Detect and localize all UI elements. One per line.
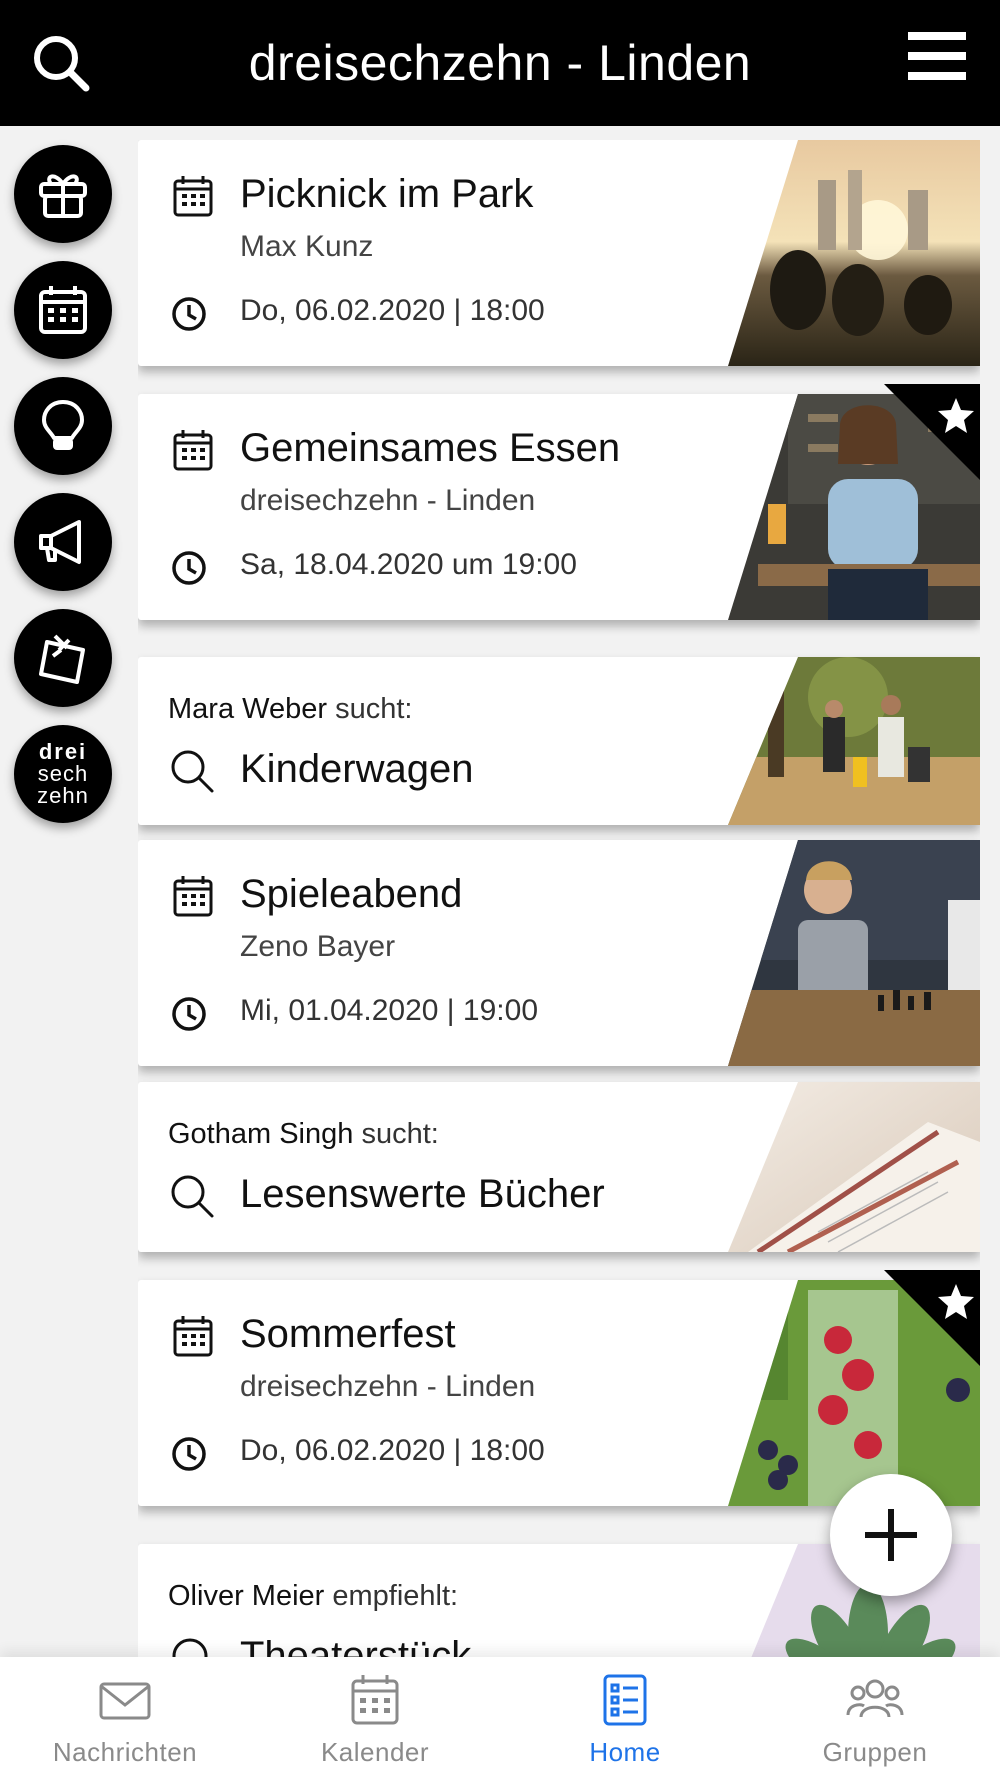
recommendation-header: Oliver Meier empfiehlt: [168, 1580, 458, 1613]
event-datetime: Do, 06.02.2020 | 18:00 [240, 1434, 545, 1467]
rail-gift-button[interactable] [14, 145, 112, 243]
family-walk-autumn-image [728, 657, 980, 825]
event-organizer: dreisechzehn - Linden [240, 484, 536, 517]
chess-game-image [728, 840, 980, 1066]
event-card[interactable]: Spieleabend Zeno Bayer Mi, 01.04.2020 | … [138, 840, 980, 1066]
hamburger-menu-icon[interactable] [908, 30, 966, 82]
event-organizer: dreisechzehn - Linden [240, 1370, 536, 1403]
calendar-icon [39, 286, 87, 334]
thumb-icon [172, 1638, 208, 1657]
nav-label: Gruppen [822, 1737, 928, 1767]
request-person: Gotham Singh [168, 1118, 354, 1150]
clock-icon [172, 997, 206, 1031]
rail-ideas-button[interactable] [14, 377, 112, 475]
event-datetime: Do, 06.02.2020 | 18:00 [240, 294, 545, 327]
nav-label: Kalender [320, 1737, 430, 1767]
calendar-icon [173, 430, 213, 471]
rail-pinboard-button[interactable] [14, 609, 112, 707]
nav-home[interactable]: Home [500, 1657, 750, 1778]
calendar-icon [351, 1675, 399, 1725]
event-title: Sommerfest [240, 1312, 456, 1356]
app-header: dreisechzehn - Linden [0, 0, 1000, 126]
request-card[interactable]: Gotham Singh sucht: Lesenswerte Bücher [138, 1082, 980, 1252]
groups-icon [846, 1679, 904, 1718]
clock-icon [172, 551, 206, 585]
lightbulb-icon [42, 400, 84, 450]
request-verb: sucht: [335, 693, 413, 725]
megaphone-icon [39, 520, 81, 564]
request-header: Mara Weber sucht: [168, 693, 412, 726]
star-icon [938, 1284, 974, 1319]
event-card[interactable]: Picknick im Park Max Kunz Do, 06.02.2020… [138, 140, 980, 366]
logo-line-1: drei [38, 739, 88, 764]
event-datetime: Sa, 18.04.2020 um 19:00 [240, 548, 577, 581]
calendar-icon [173, 1316, 213, 1357]
add-fab-button[interactable] [830, 1474, 952, 1596]
bottom-navigation: Nachrichten Kalender Home Gruppen [0, 1657, 1000, 1778]
rail-calendar-button[interactable] [14, 261, 112, 359]
nav-gruppen[interactable]: Gruppen [750, 1657, 1000, 1778]
mail-icon [99, 1682, 151, 1720]
star-icon [938, 398, 974, 433]
gift-icon [39, 174, 87, 218]
pin-note-icon [39, 634, 85, 684]
search-icon [171, 750, 214, 793]
request-card[interactable]: Mara Weber sucht: Kinderwagen [138, 657, 980, 825]
rail-announcements-button[interactable] [14, 493, 112, 591]
recommendation-verb: empfiehlt: [332, 1580, 459, 1612]
side-rail: drei sech zehn [14, 145, 112, 841]
recommendation-person: Oliver Meier [168, 1580, 325, 1612]
event-organizer: Zeno Bayer [240, 930, 396, 963]
nav-nachrichten[interactable]: Nachrichten [0, 1657, 250, 1778]
request-header: Gotham Singh sucht: [168, 1118, 439, 1151]
logo-line-3: zehn [37, 783, 89, 808]
clock-icon [172, 297, 206, 331]
nav-label: Home [589, 1737, 661, 1767]
request-title: Lesenswerte Bücher [240, 1172, 605, 1216]
calendar-icon [173, 876, 213, 917]
recommendation-title: Theaterstück [240, 1634, 472, 1657]
search-icon[interactable] [28, 30, 94, 96]
feed-list: Picknick im Park Max Kunz Do, 06.02.2020… [138, 140, 980, 1657]
page-title: dreisechzehn - Linden [248, 35, 752, 91]
request-verb: sucht: [361, 1118, 439, 1150]
event-datetime: Mi, 01.04.2020 | 19:00 [240, 994, 539, 1027]
event-title: Gemeinsames Essen [240, 426, 621, 470]
home-list-icon [603, 1674, 647, 1726]
event-organizer: Max Kunz [240, 230, 374, 263]
request-title: Kinderwagen [240, 747, 474, 791]
clock-icon [172, 1437, 206, 1471]
event-card[interactable]: Gemeinsames Essen dreisechzehn - Linden … [138, 384, 980, 620]
search-icon [171, 1175, 214, 1218]
calendar-icon [173, 176, 213, 217]
plus-icon [865, 1509, 917, 1561]
event-title: Spieleabend [240, 872, 463, 916]
event-title: Picknick im Park [240, 172, 534, 216]
nav-kalender[interactable]: Kalender [250, 1657, 500, 1778]
request-person: Mara Weber [168, 693, 328, 725]
open-book-pages-image [728, 1082, 980, 1252]
event-card[interactable]: Sommerfest dreisechzehn - Linden Do, 06.… [138, 1270, 980, 1506]
rail-logo-button[interactable]: drei sech zehn [14, 725, 112, 823]
logo-line-2: sech [37, 761, 89, 786]
nav-label: Nachrichten [52, 1737, 198, 1767]
picnic-park-sunset-image [728, 140, 980, 366]
